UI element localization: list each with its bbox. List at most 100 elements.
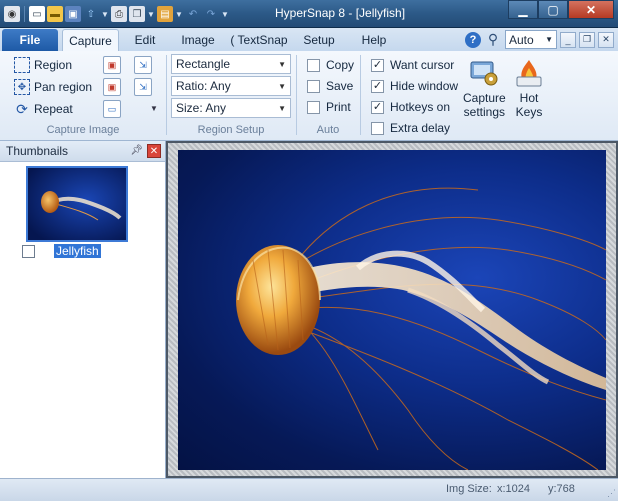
close-button[interactable]: ✕ <box>568 0 614 19</box>
group-label-auto: Auto <box>316 124 340 136</box>
upload-dropdown-icon[interactable]: ▼ <box>101 10 109 19</box>
thumbnail-image[interactable] <box>26 166 128 242</box>
redo-icon[interactable]: ↷ <box>203 6 219 22</box>
thumbnail-checkbox[interactable] <box>22 245 35 258</box>
pan-region-button[interactable]: ✥ Pan region <box>14 77 92 97</box>
zoom-value: Auto <box>509 32 534 47</box>
img-size-label: Img Size: <box>446 483 492 495</box>
save-icon[interactable]: ▣ <box>65 6 81 22</box>
paste-icon[interactable]: ▤ <box>157 6 173 22</box>
group-auto: Copy Save Print Auto <box>297 51 359 139</box>
hot-keys-label-2: Keys <box>515 105 543 119</box>
more-capture-options-icon[interactable]: ▼ <box>150 104 158 113</box>
upload-icon[interactable]: ⇧ <box>83 6 99 22</box>
chevron-down-icon: ▼ <box>278 59 286 69</box>
mdi-minimize-button[interactable]: _ <box>560 31 576 48</box>
hide-window-label: Hide window <box>390 79 459 93</box>
extra-delay-checkbox[interactable]: Extra delay <box>371 119 450 137</box>
undo-icon[interactable]: ↶ <box>185 6 201 22</box>
tab-image[interactable]: Image <box>176 29 220 51</box>
auto-save-box <box>307 79 320 93</box>
group-capture-image: Region ✥ Pan region ⟳ Repeat ▣ ▣ ▭ ⇲ ⇲ ▼… <box>0 51 166 139</box>
quick-access-toolbar: ◉ ▭ ▬ ▣ ⇧ ▼ ⎙ ❐ ▼ ▤ ▼ ↶ ↷ ▼ <box>4 4 229 24</box>
extra-delay-box <box>371 121 384 135</box>
capture-window-icon[interactable]: ▣ <box>103 56 121 74</box>
img-width-value: x:1024 <box>497 483 531 495</box>
img-height-value: y:768 <box>548 483 575 495</box>
close-icon[interactable]: ✕ <box>147 144 161 158</box>
extra-delay-label: Extra delay <box>390 121 451 135</box>
hide-window-box: ✓ <box>371 79 384 93</box>
minimize-button[interactable]: ▁ <box>508 0 538 19</box>
copy-window-icon[interactable]: ❐ <box>129 6 145 22</box>
copy-dropdown-icon[interactable]: ▼ <box>147 10 155 19</box>
help-icon[interactable]: ? <box>465 31 481 48</box>
tab-file[interactable]: File <box>2 29 58 51</box>
want-cursor-box: ✓ <box>371 58 384 72</box>
repeat-label: Repeat <box>34 102 73 116</box>
group-region-setup: Rectangle ▼ Ratio: Any ▼ Size: Any ▼ Reg… <box>167 51 295 139</box>
qat-separator <box>24 6 25 22</box>
maximize-button[interactable]: ▢ <box>538 0 568 19</box>
capture-settings-button[interactable]: Capture settings <box>463 57 506 119</box>
tab-edit[interactable]: Edit <box>126 29 164 51</box>
auto-copy-label: Copy <box>326 58 355 72</box>
repeat-icon: ⟳ <box>16 100 28 117</box>
pan-region-label: Pan region <box>34 80 93 94</box>
resize-grip-icon[interactable]: ⋰ <box>607 488 616 499</box>
title-bar: ◉ ▭ ▬ ▣ ⇧ ▼ ⎙ ❐ ▼ ▤ ▼ ↶ ↷ ▼ HyperSnap 8 … <box>0 0 618 28</box>
group-label-region-setup: Region Setup <box>197 124 265 136</box>
hotkeys-on-checkbox[interactable]: ✓ Hotkeys on <box>371 98 450 116</box>
window-controls: ▁ ▢ ✕ <box>508 0 614 19</box>
ribbon-tab-row: File Capture Edit Image ( TextSnap Setup… <box>0 28 618 51</box>
repeat-button[interactable]: ⟳ Repeat <box>14 99 73 119</box>
thumbnail-label[interactable]: Jellyfish <box>54 244 101 258</box>
want-cursor-checkbox[interactable]: ✓ Want cursor <box>371 56 454 74</box>
hot-keys-button[interactable]: Hot Keys <box>513 57 545 119</box>
auto-print-label: Print <box>326 100 351 114</box>
region-shape-select[interactable]: Rectangle ▼ <box>171 54 291 74</box>
auto-save-checkbox[interactable]: Save <box>307 77 353 95</box>
thumbnails-title: Thumbnails <box>6 144 69 158</box>
auto-copy-checkbox[interactable]: Copy <box>307 56 354 74</box>
search-icon[interactable]: ⚲ <box>484 31 502 49</box>
tab-help[interactable]: Help <box>356 29 392 51</box>
capture-settings-label-1: Capture <box>463 91 506 105</box>
mdi-restore-button[interactable]: ❐ <box>579 31 595 48</box>
open-icon[interactable]: ▬ <box>47 6 63 22</box>
ratio-select[interactable]: Ratio: Any ▼ <box>171 76 291 96</box>
size-value: Size: Any <box>176 101 227 115</box>
auto-print-box <box>307 100 320 114</box>
region-button[interactable]: Region <box>14 55 72 75</box>
tab-textsnap[interactable]: ( TextSnap <box>230 29 288 51</box>
qat-customize-icon[interactable]: ▼ <box>221 10 229 19</box>
capture-scroll-icon[interactable]: ⇲ <box>134 56 152 74</box>
auto-print-checkbox[interactable]: Print <box>307 98 351 116</box>
region-shape-value: Rectangle <box>176 57 231 71</box>
capture-button-icon[interactable]: ▭ <box>103 100 121 118</box>
zoom-select[interactable]: Auto ▼ <box>505 30 557 49</box>
hide-window-checkbox[interactable]: ✓ Hide window <box>371 77 458 95</box>
group-label-capture-image: Capture Image <box>46 124 120 136</box>
image-canvas-area[interactable] <box>166 141 618 478</box>
tab-setup[interactable]: Setup <box>298 29 340 51</box>
region-icon <box>14 57 30 73</box>
hotkeys-on-box: ✓ <box>371 100 384 114</box>
tab-capture[interactable]: Capture <box>62 29 119 51</box>
ratio-value: Ratio: Any <box>176 79 231 93</box>
jellyfish-image[interactable] <box>178 150 606 470</box>
size-select[interactable]: Size: Any ▼ <box>171 98 291 118</box>
want-cursor-label: Want cursor <box>390 58 455 72</box>
pin-icon[interactable]: 📌︎ <box>130 145 143 156</box>
capture-fullscreen-icon[interactable]: ▣ <box>103 78 121 96</box>
capture-settings-label-2: settings <box>463 105 506 119</box>
hot-keys-icon <box>513 57 545 89</box>
canvas-border <box>168 143 616 476</box>
mdi-close-button[interactable]: ✕ <box>598 31 614 48</box>
paste-dropdown-icon[interactable]: ▼ <box>175 10 183 19</box>
new-icon[interactable]: ▭ <box>29 6 45 22</box>
ribbon-panel: Region ✥ Pan region ⟳ Repeat ▣ ▣ ▭ ⇲ ⇲ ▼… <box>0 51 618 141</box>
capture-active-window-icon[interactable]: ⇲ <box>134 78 152 96</box>
print-icon[interactable]: ⎙ <box>111 6 127 22</box>
camera-icon[interactable]: ◉ <box>4 6 20 22</box>
